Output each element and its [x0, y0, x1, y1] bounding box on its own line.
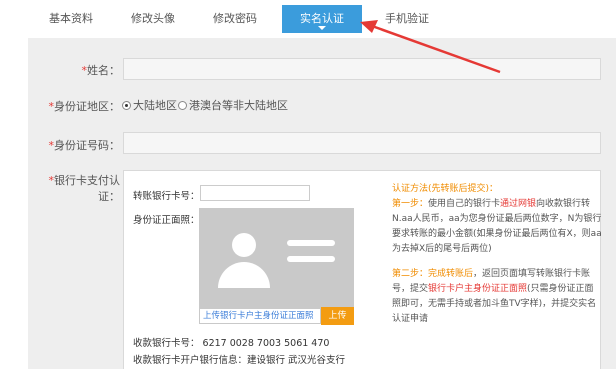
annotation-arrow-icon [360, 20, 501, 74]
